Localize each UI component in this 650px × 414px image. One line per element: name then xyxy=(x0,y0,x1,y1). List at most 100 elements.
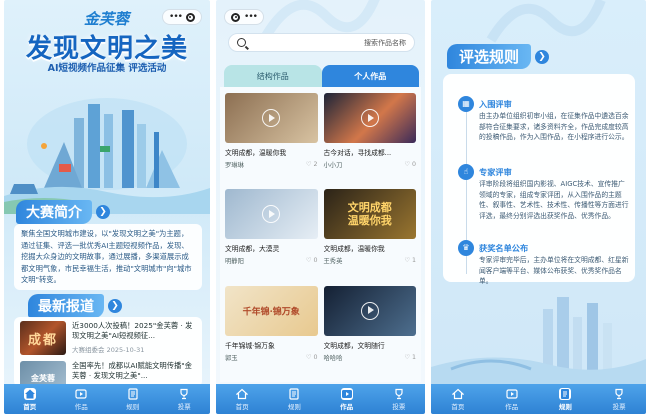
intro-heading: 大赛简介 xyxy=(16,200,92,224)
chevron-right-icon: ❯ xyxy=(108,299,122,313)
rule-body: 专家评审完毕后，主办单位将在文明成都、红星新闻客户端等平台、媒体公布获奖、优秀奖… xyxy=(479,256,629,285)
close-program-icon[interactable] xyxy=(185,12,195,22)
swirl-decoration xyxy=(486,0,606,43)
trophy-icon xyxy=(395,388,403,399)
rule-body: 由主办单位组织初审小组，在征集作品中遴选百余部符合征集要求，诸多资料齐全，作品完… xyxy=(479,112,629,141)
tab-label: 规则 xyxy=(126,402,140,411)
video-thumbnail[interactable] xyxy=(323,93,416,143)
tab-personal-works[interactable]: 个人作品 xyxy=(321,65,419,87)
like-count[interactable]: ♡ 0 xyxy=(306,354,318,361)
tab-vote[interactable]: 投票 xyxy=(599,388,639,411)
trophy-icon: ♛ xyxy=(458,240,474,256)
video-thumbnail[interactable] xyxy=(225,189,318,240)
work-card[interactable]: 文明成都，大漠灵 明静阳 ♡ 0 xyxy=(225,189,318,279)
intro-text: 聚焦全国文明城市建设，以"发现文明之美"为主题，通过征集、评选一批优秀AI主题短… xyxy=(14,224,202,290)
bottom-tab-bar: 首页 规则 作品 投票 xyxy=(216,384,425,414)
works-tabs: 结构作品 个人作品 xyxy=(224,65,419,87)
document-icon xyxy=(128,387,138,400)
news-item[interactable]: 成都 近3000人次投稿！2025"金芙蓉 · 发现文明之美"AI短视频征...… xyxy=(20,321,196,355)
work-card[interactable]: 古今对话，寻找成都... 小小刀 ♡ 0 xyxy=(323,93,416,183)
tab-label: 投票 xyxy=(612,402,626,411)
work-card[interactable]: 千年锦·锦万象 千年锦城·锦万象 郭玉 ♡ 0 xyxy=(225,285,318,376)
work-author: 哈哈哈 xyxy=(323,354,343,362)
tab-label: 作品 xyxy=(74,402,88,411)
like-count[interactable]: ♡ 1 xyxy=(404,257,416,264)
rules-screen: 评选规则 ❯ ▦ 入围评审 由主办单位组织初审小组，在征集作品中遴选百余部符合征… xyxy=(431,0,646,414)
tab-home[interactable]: 首页 xyxy=(10,387,50,411)
more-icon[interactable]: ••• xyxy=(169,12,183,22)
trophy-icon xyxy=(615,388,623,399)
play-icon[interactable] xyxy=(360,109,379,127)
video-thumbnail[interactable]: 文明成都 温暖你我 xyxy=(323,189,416,240)
work-author: 罗琳琳 xyxy=(225,162,244,169)
work-author: 小小刀 xyxy=(323,162,343,169)
tab-institution-works[interactable]: 结构作品 xyxy=(224,65,322,87)
tab-home[interactable]: 首页 xyxy=(222,388,262,411)
like-count[interactable]: ♡ 0 xyxy=(404,161,416,168)
thumbnail-caption: 千年锦·锦万象 xyxy=(242,307,300,318)
work-title: 文明成都，温暖你我 xyxy=(225,149,287,157)
rule-body: 评审阶段将组织国内影视、AIGC技术、宣传推广领域的专家，组成专家评团，从入围作… xyxy=(479,180,629,220)
work-title: 文明成都，文明随行 xyxy=(323,341,385,350)
video-thumbnail[interactable] xyxy=(225,93,318,143)
rule-title: 入围评审 xyxy=(479,99,512,109)
list-icon: ▦ xyxy=(458,96,474,112)
rules-card: ▦ 入围评审 由主办单位组织初审小组，在征集作品中遴选百余部符合征集要求，诸多资… xyxy=(443,74,635,285)
tab-vote[interactable]: 投票 xyxy=(164,388,204,411)
work-title: 文明成都，大漠灵 xyxy=(225,245,280,254)
tab-rules[interactable]: 规则 xyxy=(113,387,153,411)
tab-works[interactable]: 作品 xyxy=(327,387,367,411)
rules-section-header: 评选规则 ❯ xyxy=(447,44,550,69)
home-icon xyxy=(23,387,36,400)
tab-label: 首页 xyxy=(451,402,465,411)
play-icon xyxy=(75,388,87,399)
video-thumbnail[interactable]: 千年锦·锦万象 xyxy=(225,285,318,336)
home-icon xyxy=(236,388,249,399)
play-icon[interactable] xyxy=(360,301,379,320)
tab-label: 作品 xyxy=(340,402,354,411)
tab-home[interactable]: 首页 xyxy=(438,388,478,411)
tab-label: 首页 xyxy=(23,402,37,411)
chevron-right-icon: ❯ xyxy=(96,205,110,219)
search-icon[interactable] xyxy=(237,38,246,47)
news-title: 全国率先！成都以AI赋能文明传播"金芙蓉 · 发现文明之美"... xyxy=(72,361,192,380)
event-logo: 金芙蓉 xyxy=(84,10,130,28)
play-icon[interactable] xyxy=(262,109,281,127)
work-card[interactable]: 文明成都，文明随行 哈哈哈 ♡ 1 xyxy=(323,285,416,376)
work-author: 郭玉 xyxy=(225,354,238,362)
tab-works[interactable]: 作品 xyxy=(492,388,532,411)
like-count[interactable]: ♡ 0 xyxy=(306,257,318,264)
chevron-right-icon: ❯ xyxy=(535,49,550,64)
work-card[interactable]: 文明成都 温暖你我 文明成都，温暖你我 王秀英 ♡ 1 xyxy=(323,189,416,279)
home-screen: ••• 金芙蓉 发现文明之美 AI短视频作品征集 评选活动 大赛简介 ❯ 聚焦全… xyxy=(4,0,210,414)
tab-label: 规则 xyxy=(558,402,572,411)
mini-program-capsule[interactable]: ••• xyxy=(162,9,202,25)
app-screens: ••• 金芙蓉 发现文明之美 AI短视频作品征集 评选活动 大赛简介 ❯ 聚焦全… xyxy=(0,0,650,414)
like-count[interactable]: ♡ 2 xyxy=(306,161,318,168)
work-author: 王秀英 xyxy=(323,258,343,266)
tab-works[interactable]: 作品 xyxy=(61,388,101,411)
work-card[interactable]: 文明成都，温暖你我 罗琳琳 ♡ 2 xyxy=(225,93,318,183)
tab-label: 作品 xyxy=(505,402,519,411)
trophy-icon xyxy=(180,388,188,399)
like-count[interactable]: ♡ 1 xyxy=(404,354,416,361)
document-icon xyxy=(559,387,572,400)
page-subtitle: AI短视频作品征集 评选活动 xyxy=(47,63,167,74)
document-icon xyxy=(289,387,299,400)
tab-rules[interactable]: 规则 xyxy=(274,387,314,411)
video-thumbnail[interactable] xyxy=(323,285,416,336)
mini-program-capsule[interactable]: ••• xyxy=(224,9,264,25)
tab-label: 投票 xyxy=(177,402,191,411)
play-icon[interactable] xyxy=(262,205,281,224)
search-bar[interactable]: 搜索作品名称 xyxy=(228,33,415,52)
search-input[interactable]: 搜索作品名称 xyxy=(246,38,406,48)
thumbs-up-icon: ☝ xyxy=(458,164,474,180)
tab-vote[interactable]: 投票 xyxy=(379,388,419,411)
news-heading: 最新报道 xyxy=(28,294,104,318)
tab-label: 首页 xyxy=(235,402,249,411)
play-icon xyxy=(506,388,518,399)
close-program-icon[interactable] xyxy=(231,12,241,22)
more-icon[interactable]: ••• xyxy=(244,12,258,22)
tab-rules[interactable]: 规则 xyxy=(545,387,585,411)
rule-title: 专家评审 xyxy=(479,167,512,177)
